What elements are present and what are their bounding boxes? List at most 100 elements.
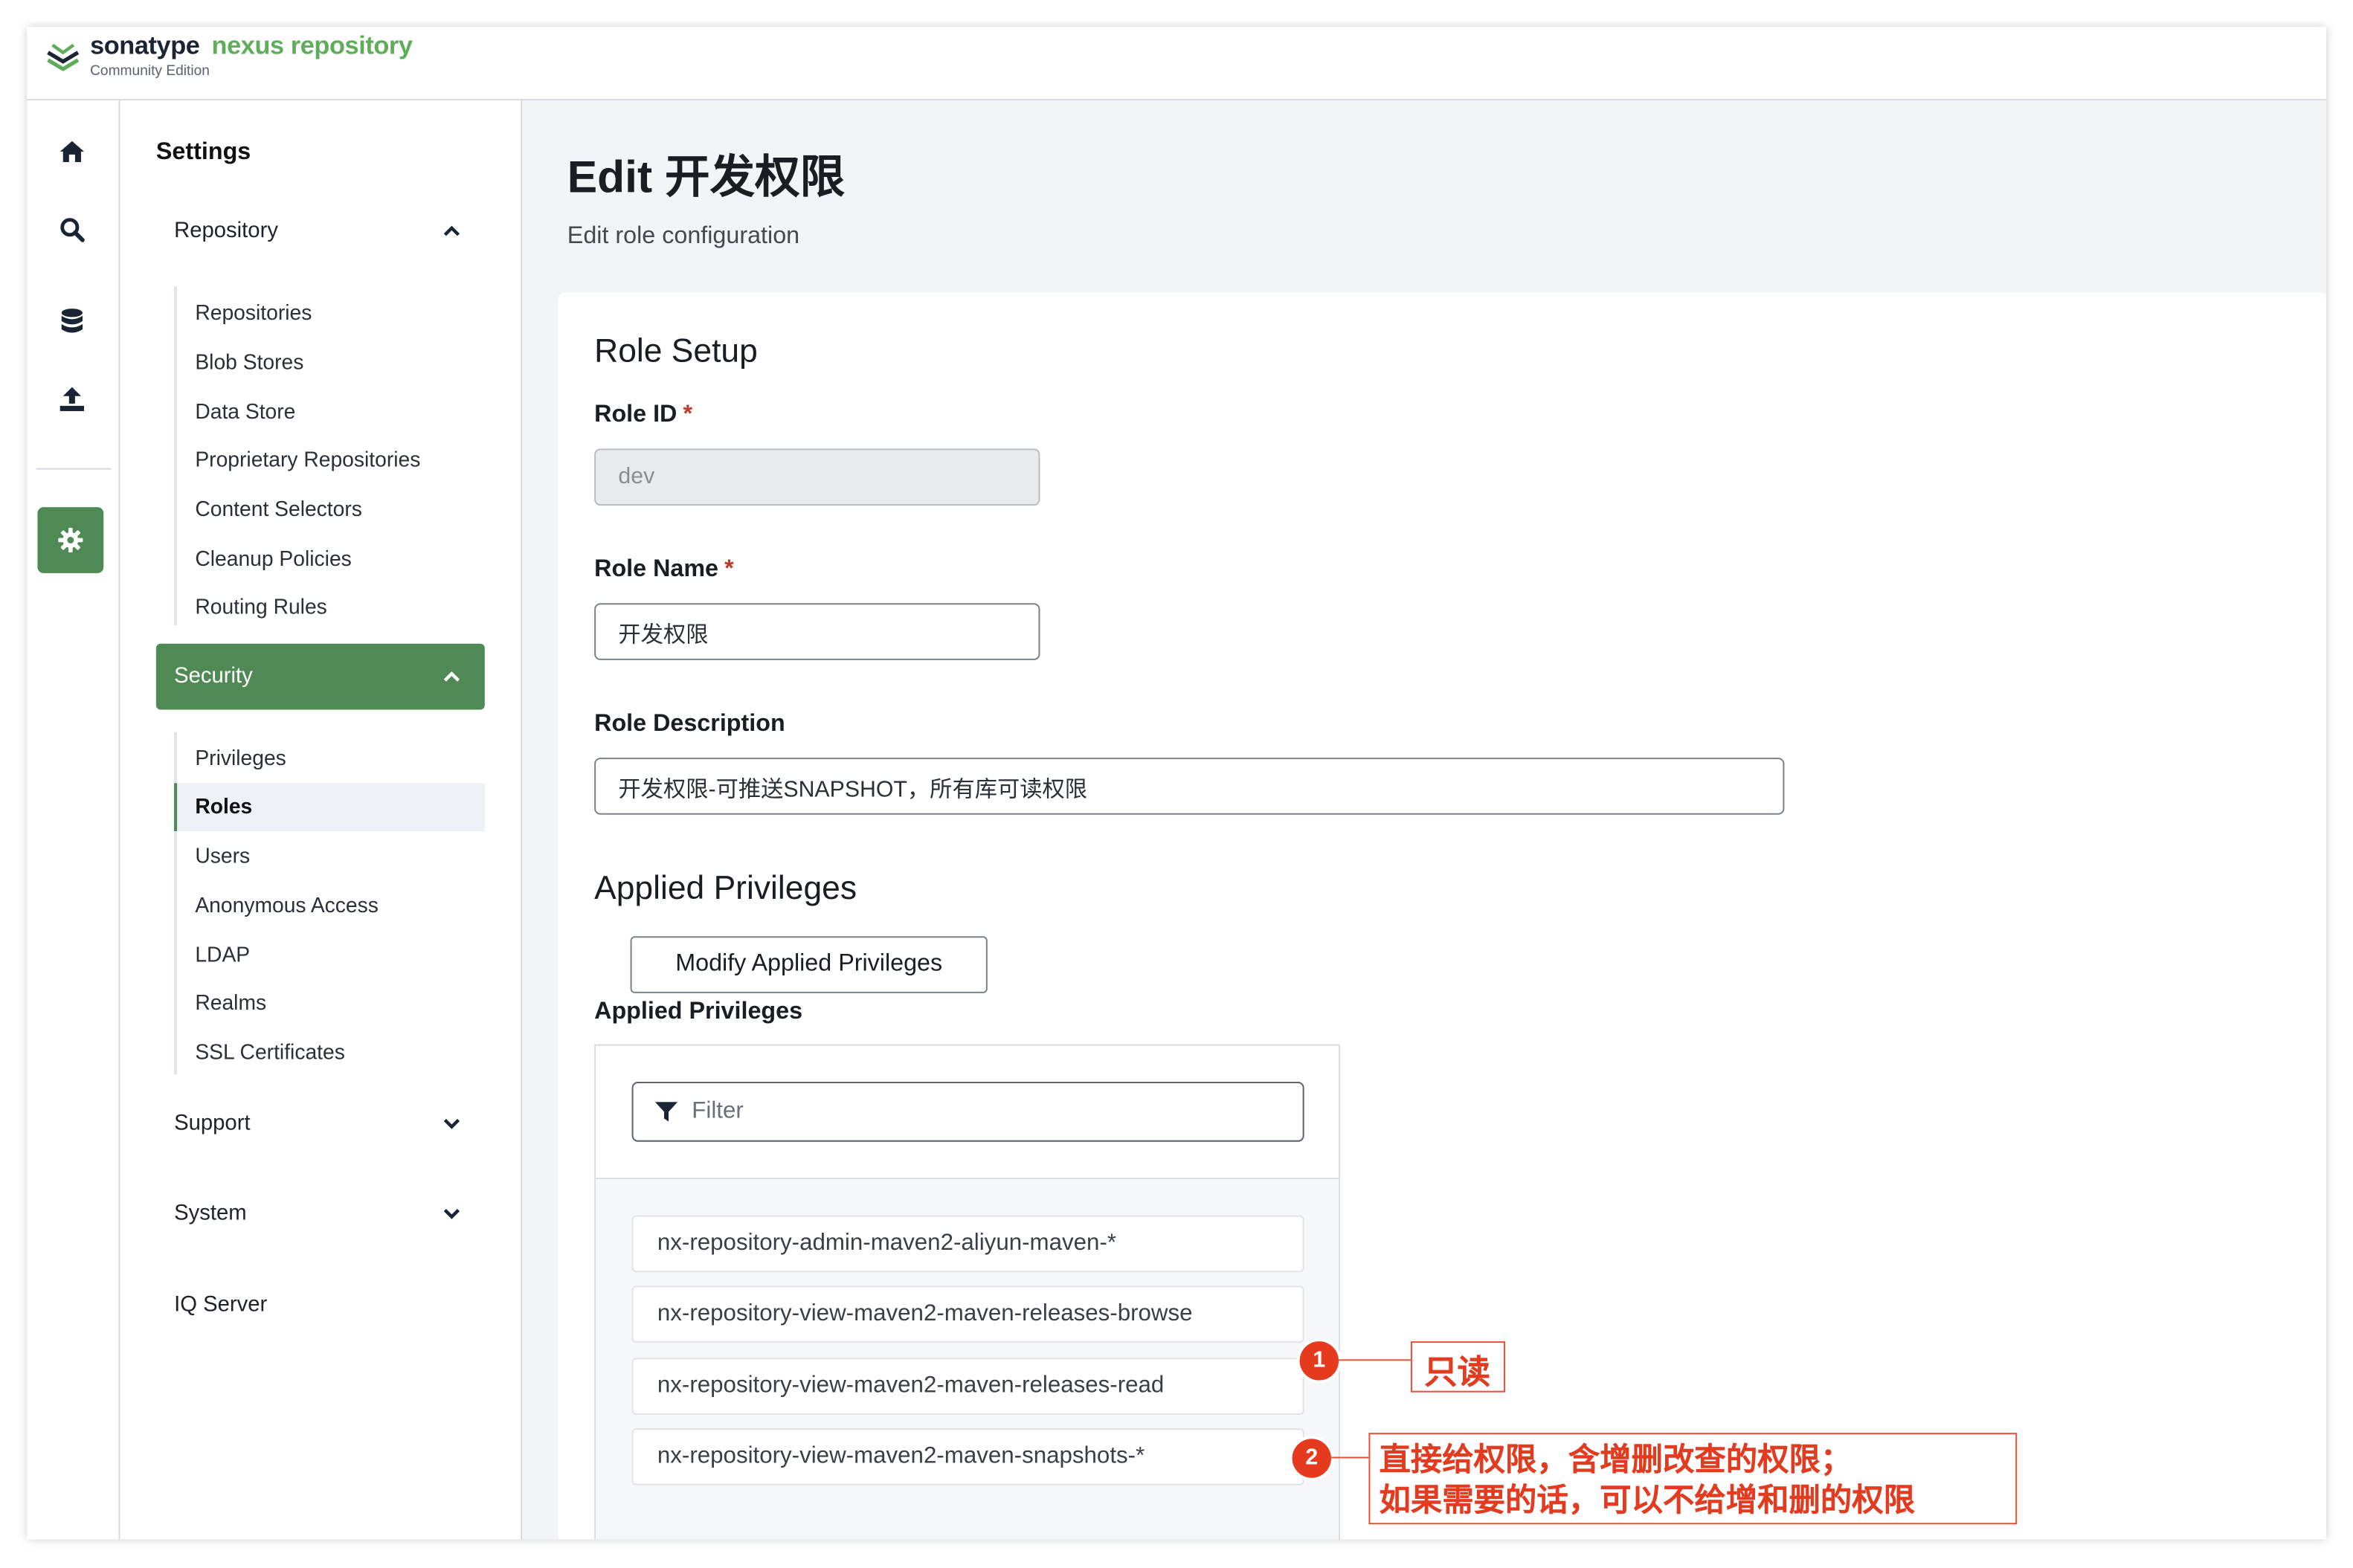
chevron-up-icon <box>443 225 460 236</box>
sidebar-item-label: LDAP <box>195 942 251 967</box>
sidebar-item-label: Anonymous Access <box>195 892 379 917</box>
chevron-down-icon <box>443 1208 460 1219</box>
annotation-callout-1: 只读 <box>1410 1341 1506 1393</box>
sidebar-item-ssl-certificates[interactable]: SSL Certificates <box>174 1029 485 1077</box>
rail-divider <box>36 468 112 470</box>
annotation-badge-2: 2 <box>1292 1439 1331 1478</box>
sidebar-group-label: Repository <box>174 219 278 243</box>
sidebar-item-label: Routing Rules <box>195 594 327 619</box>
sidebar-item-label: Proprietary Repositories <box>195 447 421 471</box>
required-marker: * <box>683 401 693 428</box>
privilege-item[interactable]: nx-repository-view-maven2-maven-releases… <box>631 1358 1304 1415</box>
role-name-label-text: Role Name <box>594 556 719 582</box>
sidebar-item-ldap[interactable]: LDAP <box>174 932 485 980</box>
chevron-down-icon <box>443 1118 460 1129</box>
sidebar-item-label: Data Store <box>195 399 296 424</box>
role-id-label: Role ID * <box>594 402 692 429</box>
annotation-line-2 <box>1330 1456 1369 1459</box>
annotation-callout-2: 直接给权限，含增删改查的权限； 如果需要的话，可以不给增和删的权限 <box>1368 1433 2018 1525</box>
page-title: Edit 开发权限 <box>567 152 846 203</box>
role-description-label: Role Description <box>594 711 785 737</box>
role-id-label-text: Role ID <box>594 401 677 428</box>
sidebar-group-repository[interactable]: Repository <box>156 198 485 264</box>
privilege-item[interactable]: nx-repository-view-maven2-maven-snapshot… <box>631 1428 1304 1485</box>
icon-rail <box>27 100 120 1540</box>
role-id-field: dev <box>594 448 1040 506</box>
filter-placeholder: Filter <box>692 1098 744 1124</box>
search-icon[interactable] <box>54 212 90 248</box>
main-content: Edit 开发权限 Edit role configuration Role S… <box>522 100 2326 1540</box>
section-title-applied-privileges: Applied Privileges <box>594 868 857 906</box>
applied-privileges-label: Applied Privileges <box>594 998 803 1025</box>
sidebar-item-users[interactable]: Users <box>174 833 485 881</box>
sidebar-group-system[interactable]: System <box>156 1181 485 1247</box>
role-name-value: 开发权限 <box>618 622 709 648</box>
sidebar-title: Settings <box>155 139 251 165</box>
sidebar-item-label: Realms <box>195 990 267 1015</box>
brand-name: sonatype <box>90 31 200 60</box>
sidebar-group-label: Support <box>174 1112 251 1136</box>
sidebar-item-label: Privileges <box>195 745 286 770</box>
role-description-value: 开发权限-可推送SNAPSHOT，所有库可读权限 <box>618 777 1088 803</box>
sidebar-group-support[interactable]: Support <box>156 1091 485 1157</box>
sidebar-item-routing-rules[interactable]: Routing Rules <box>174 584 485 632</box>
annotation-text-line: 直接给权限，含增删改查的权限； <box>1379 1443 1853 1478</box>
role-description-field[interactable]: 开发权限-可推送SNAPSHOT，所有库可读权限 <box>594 758 1785 815</box>
settings-sidebar: Settings Repository Repositories Blob St… <box>120 100 523 1540</box>
sidebar-group-label: IQ Server <box>174 1293 268 1317</box>
chevron-up-icon <box>443 671 460 682</box>
sidebar-item-cleanup-policies[interactable]: Cleanup Policies <box>174 535 485 584</box>
sidebar-item-label: SSL Certificates <box>195 1039 345 1064</box>
role-name-label: Role Name * <box>594 557 734 584</box>
sidebar-item-label: Blob Stores <box>195 349 304 374</box>
sidebar-item-label: Roles <box>195 793 253 818</box>
upload-icon[interactable] <box>54 381 90 417</box>
sidebar-item-proprietary-repositories[interactable]: Proprietary Repositories <box>174 436 485 485</box>
sidebar-item-anonymous-access[interactable]: Anonymous Access <box>174 883 485 931</box>
annotation-text-line: 如果需要的话，可以不给增和删的权限 <box>1379 1483 1915 1519</box>
annotation-badge-1: 1 <box>1299 1341 1339 1381</box>
privilege-item[interactable]: nx-repository-view-maven2-maven-releases… <box>631 1285 1304 1343</box>
sidebar-group-security[interactable]: Security <box>155 643 485 710</box>
privilege-name: nx-repository-view-maven2-maven-releases… <box>657 1300 1193 1326</box>
privilege-item[interactable]: nx-repository-admin-maven2-aliyun-maven-… <box>631 1215 1304 1273</box>
annotation-line-1 <box>1339 1359 1411 1361</box>
sidebar-item-data-store[interactable]: Data Store <box>174 389 485 437</box>
sidebar-item-label: Repositories <box>195 300 312 324</box>
privilege-name: nx-repository-view-maven2-maven-releases… <box>657 1372 1165 1398</box>
modify-applied-privileges-button[interactable]: Modify Applied Privileges <box>630 936 988 993</box>
app-window: sonatype nexus repository Community Edit… <box>27 27 2326 1540</box>
page-subtitle: Edit role configuration <box>567 223 800 249</box>
filter-input[interactable]: Filter <box>631 1081 1304 1142</box>
sidebar-group-iq-server[interactable]: IQ Server <box>156 1272 485 1338</box>
sidebar-item-blob-stores[interactable]: Blob Stores <box>174 339 485 387</box>
home-icon[interactable] <box>54 134 90 170</box>
brand-edition: Community Edition <box>90 62 210 80</box>
sidebar-item-label: Users <box>195 843 251 868</box>
sidebar-item-realms[interactable]: Realms <box>174 980 485 1028</box>
sidebar-item-roles[interactable]: Roles <box>174 783 485 831</box>
filter-icon <box>654 1102 678 1122</box>
role-name-field[interactable]: 开发权限 <box>594 603 1040 660</box>
database-icon[interactable] <box>54 303 90 339</box>
sidebar-item-privileges[interactable]: Privileges <box>174 735 485 784</box>
privilege-name: nx-repository-view-maven2-maven-snapshot… <box>657 1443 1145 1469</box>
section-title-role-setup: Role Setup <box>594 331 758 370</box>
sidebar-item-label: Content Selectors <box>195 496 362 521</box>
sidebar-item-content-selectors[interactable]: Content Selectors <box>174 486 485 535</box>
sidebar-item-label: Cleanup Policies <box>195 546 352 570</box>
privileges-items: nx-repository-admin-maven2-aliyun-maven-… <box>596 1179 1339 1540</box>
brand-product: nexus repository <box>211 31 413 60</box>
settings-gear-button[interactable] <box>37 507 104 573</box>
required-marker: * <box>724 556 734 582</box>
privilege-name: nx-repository-admin-maven2-aliyun-maven-… <box>657 1230 1117 1256</box>
applied-privileges-list: Filter nx-repository-admin-maven2-aliyun… <box>594 1044 1341 1540</box>
sonatype-logo-icon <box>47 43 80 71</box>
filter-area: Filter <box>596 1046 1339 1180</box>
sidebar-group-label: System <box>174 1201 247 1226</box>
sidebar-item-repositories[interactable]: Repositories <box>174 289 485 338</box>
button-label: Modify Applied Privileges <box>675 951 943 977</box>
top-bar: sonatype nexus repository Community Edit… <box>27 27 2326 101</box>
gear-icon <box>58 527 83 553</box>
role-id-value: dev <box>618 463 655 489</box>
